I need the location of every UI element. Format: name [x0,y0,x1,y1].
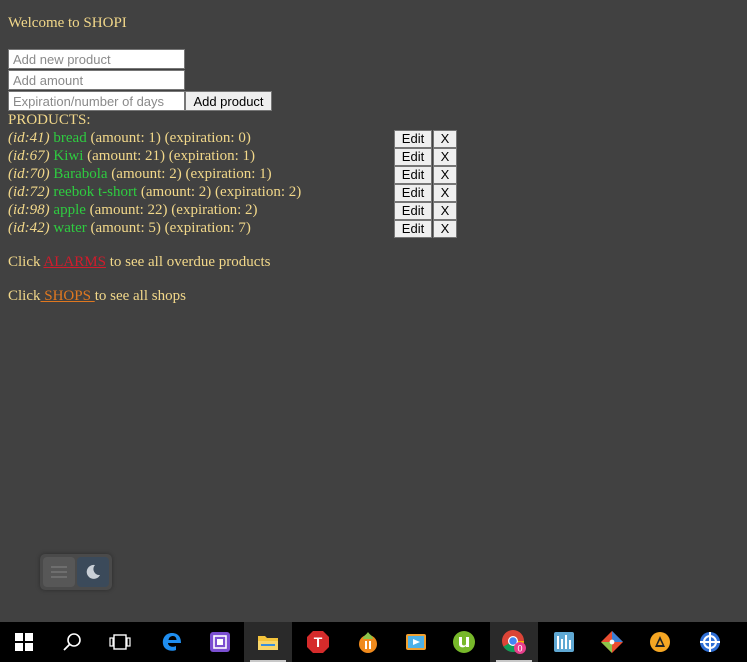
delete-product-button[interactable]: X [433,220,457,238]
utorrent-button[interactable] [440,622,488,662]
product-id: (id:67) [8,148,50,164]
shops-hint: Click SHOPS to see all shops [8,287,186,305]
product-list: (id:41) bread (amount: 1) (expiration: 0… [8,129,468,238]
product-row: (id:41) bread (amount: 1) (expiration: 0… [8,129,468,148]
product-name: water [53,220,87,236]
svg-text:T: T [314,634,323,650]
search-button[interactable] [48,622,96,662]
edit-product-button[interactable]: Edit [394,166,432,184]
product-row: (id:70) Barabola (amount: 2) (expiration… [8,165,468,184]
app-chip-button[interactable] [196,622,244,662]
shops-hint-suffix: to see all shops [94,288,186,304]
product-name: bread [53,130,87,146]
product-id: (id:42) [8,220,50,236]
windows-start-button[interactable] [0,622,48,662]
task-view-icon [109,634,131,650]
product-details: (amount: 21) (expiration: 1) [87,148,256,164]
delete-product-button[interactable]: X [433,184,457,202]
equalizer-app-button[interactable] [540,622,588,662]
chrome-icon: 0 [502,630,526,654]
add-product-button[interactable]: Add product [185,91,272,111]
media-player-icon [406,634,426,650]
product-details: (amount: 22) (expiration: 2) [89,202,258,218]
delete-product-button[interactable]: X [433,202,457,220]
file-explorer-icon [258,636,278,650]
product-details: (amount: 5) (expiration: 7) [90,220,251,236]
new-product-input[interactable] [8,49,185,69]
edge-button[interactable] [148,622,196,662]
dark-mode-option[interactable] [77,557,109,587]
equalizer-app-icon [554,632,574,652]
product-name: Kiwi [53,148,84,164]
search-icon [63,633,81,651]
product-row: (id:42) water (amount: 5) (expiration: 7… [8,219,468,238]
alarms-link[interactable]: ALARMS [43,254,106,270]
products-heading: PRODUCTS: [8,112,91,128]
fl-studio-button[interactable] [344,622,392,662]
delete-product-button[interactable]: X [433,130,457,148]
product-id: (id:98) [8,202,50,218]
task-view-button[interactable] [96,622,144,662]
product-id: (id:41) [8,130,50,146]
chrome-button[interactable]: 0 [490,622,538,662]
fl-studio-icon [359,632,377,653]
edge-icon [162,633,181,651]
product-id: (id:72) [8,184,50,200]
product-details: (amount: 2) (expiration: 2) [140,184,302,200]
light-mode-option[interactable] [43,557,75,587]
red-t-app-icon: T [307,631,329,653]
edit-product-button[interactable]: Edit [394,220,432,238]
utorrent-icon [453,631,475,653]
taskbar: T 0 [0,622,747,662]
red-t-app-button[interactable]: T [294,622,342,662]
edit-product-button[interactable]: Edit [394,148,432,166]
product-name: reebok t-short [53,184,138,200]
edit-product-button[interactable]: Edit [394,130,432,148]
media-player-button[interactable] [392,622,440,662]
alarms-hint-suffix: to see all overdue products [105,254,271,270]
amount-input[interactable] [8,70,185,90]
alarms-hint-prefix: Click [8,254,44,270]
blue-circle-app-button[interactable] [686,622,734,662]
product-details: (amount: 1) (expiration: 0) [90,130,251,146]
product-id: (id:70) [8,166,50,182]
moon-icon [86,564,100,579]
chrome-badge: 0 [517,644,522,654]
aimp-icon [650,632,670,652]
product-row: (id:67) Kiwi (amount: 21) (expiration: 1… [8,147,468,166]
blue-circle-app-icon [700,632,720,652]
edit-product-button[interactable]: Edit [394,202,432,220]
theme-toggle[interactable] [40,554,112,590]
welcome-heading: Welcome to SHOPI [8,15,127,31]
git-icon [601,631,623,653]
aimp-button[interactable] [636,622,684,662]
alarms-hint: Click ALARMS to see all overdue products [8,253,270,271]
product-details: (amount: 2) (expiration: 1) [111,166,272,182]
git-button[interactable] [588,622,636,662]
app-chip-icon [210,632,230,652]
product-row: (id:98) apple (amount: 22) (expiration: … [8,201,468,220]
delete-product-button[interactable]: X [433,148,457,166]
shops-hint-prefix: Click [8,288,41,304]
delete-product-button[interactable]: X [433,166,457,184]
windows-start-icon [15,633,33,651]
edit-product-button[interactable]: Edit [394,184,432,202]
product-name: apple [53,202,86,218]
menu-lines-icon [51,566,67,578]
shops-link[interactable]: SHOPS [41,288,95,304]
product-row: (id:72) reebok t-short (amount: 2) (expi… [8,183,468,202]
product-name: Barabola [53,166,108,182]
expiration-input[interactable] [8,91,185,111]
file-explorer-button[interactable] [244,622,292,662]
